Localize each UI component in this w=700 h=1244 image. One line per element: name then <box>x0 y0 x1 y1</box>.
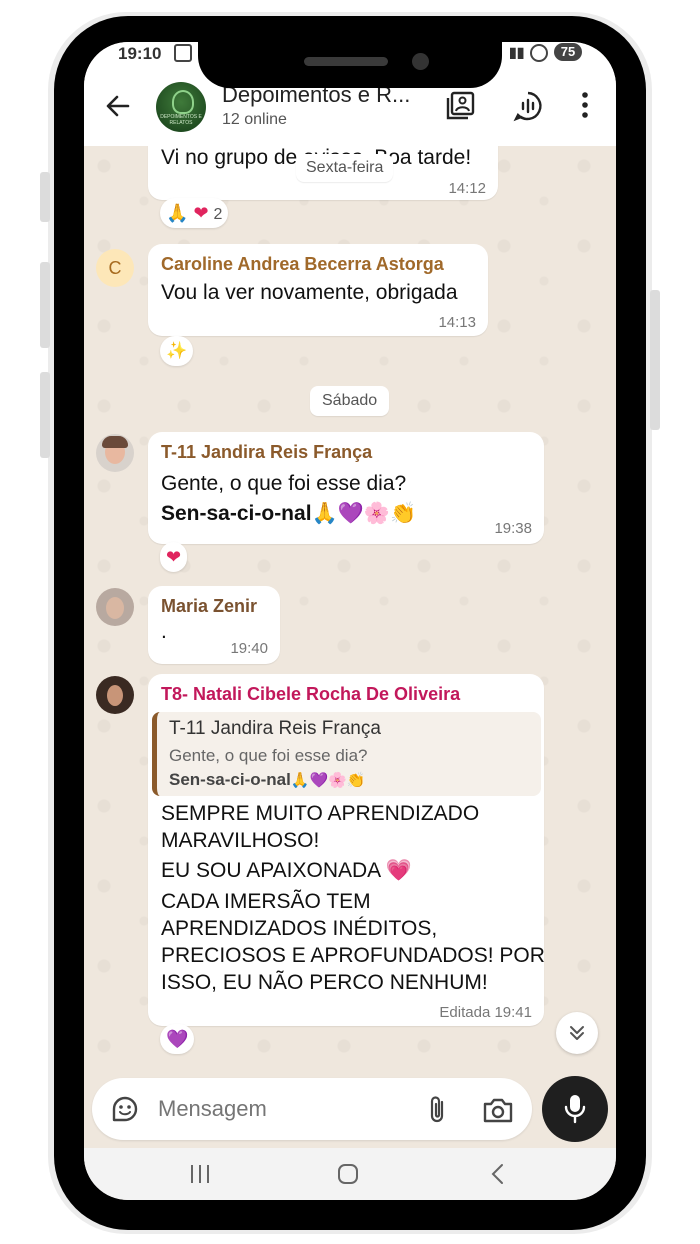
attach-icon[interactable] <box>426 1094 448 1126</box>
quoted-message[interactable]: T-11 Jandira Reis França Gente, o que fo… <box>152 712 541 796</box>
sender-name[interactable]: T-11 Jandira Reis França <box>161 442 372 463</box>
message-composer <box>92 1078 532 1140</box>
message-text-bold: Sen-sa-ci-o-nal🙏💜🌸👏 <box>161 502 416 526</box>
message-input[interactable] <box>156 1090 400 1128</box>
emoji-group: 🙏💜🌸👏 <box>311 502 417 525</box>
signal-icon: ▮▮ <box>509 44 525 60</box>
reaction-chip[interactable]: ❤ <box>160 542 188 572</box>
scroll-down-button[interactable] <box>556 1012 598 1054</box>
message-text: . <box>161 620 167 643</box>
message-time: 19:40 <box>230 640 268 657</box>
reaction-count: 2 <box>213 206 223 223</box>
edited-label: Editada <box>439 1004 491 1021</box>
message-bubble[interactable]: T-11 Jandira Reis França Gente, o que fo… <box>148 432 544 544</box>
heart-emoji: ❤ <box>166 547 182 567</box>
screen: 19:10 ▮▮ 75 DEPOIMENTOS E RELATOS Depoim… <box>84 42 616 1200</box>
front-camera <box>412 53 429 70</box>
photo-notification-icon <box>174 44 192 62</box>
chat-area[interactable]: Vi no grupo de avisos. Boa tarde! 14:12 … <box>84 146 616 1076</box>
reaction-chip[interactable]: ✨ <box>160 336 194 366</box>
message-bubble[interactable]: Maria Zenir . 19:40 <box>148 586 280 664</box>
power-button <box>650 290 660 430</box>
message-line: APRENDIZADOS INÉDITOS, <box>161 917 438 940</box>
quote-text-bold: Sen-sa-ci-o-nal🙏💜🌸👏 <box>169 770 366 790</box>
sender-name[interactable]: Caroline Andrea Becerra Astorga <box>161 254 444 275</box>
quote-text: Gente, o que foi esse dia? <box>169 746 368 765</box>
avatar-face <box>107 685 123 706</box>
pray-emoji: 🙏 <box>166 203 189 223</box>
message-line: MARAVILHOSO! <box>161 829 320 852</box>
day-separator: Sexta-feira <box>296 154 394 182</box>
message-text: Gente, o que foi esse dia? <box>161 472 407 495</box>
heart-emoji: ❤ <box>193 203 209 223</box>
online-count: 12 online <box>222 111 287 128</box>
dnd-icon <box>530 44 548 62</box>
home-icon[interactable] <box>336 1162 360 1186</box>
phone-notch <box>198 16 502 88</box>
avatar-face <box>106 597 124 619</box>
sender-name[interactable]: T8- Natali Cibele Rocha De Oliveira <box>161 684 460 705</box>
mic-button[interactable] <box>542 1076 608 1142</box>
volume-up-button <box>40 262 50 348</box>
avatar[interactable] <box>96 588 134 626</box>
message-line: EU SOU APAIXONADA <box>161 859 381 882</box>
avatar[interactable]: C <box>96 249 134 287</box>
back-arrow-icon[interactable] <box>104 92 132 120</box>
message-bubble[interactable]: T8- Natali Cibele Rocha De Oliveira T-11… <box>148 674 545 1026</box>
reaction-chip[interactable]: 🙏 ❤ 2 <box>160 198 229 228</box>
group-avatar-text: DEPOIMENTOS E RELATOS <box>160 114 202 126</box>
back-nav-icon[interactable] <box>486 1162 510 1186</box>
mic-icon <box>564 1095 586 1124</box>
quote-emoji-group: 🙏💜🌸👏 <box>290 772 366 789</box>
scroll-down-icon <box>570 1026 584 1040</box>
speaker-grille <box>304 57 388 66</box>
sender-name[interactable]: Maria Zenir <box>161 596 257 617</box>
gallery-icon[interactable] <box>444 90 476 122</box>
reaction-chip[interactable]: 💜 <box>160 1024 195 1054</box>
message-line-with-emoji: EU SOU APAIXONADA 💗 <box>161 859 412 883</box>
camera-icon[interactable] <box>482 1096 514 1124</box>
message-line: PRECIOSOS E APROFUNDADOS! POR <box>161 944 545 967</box>
more-vert-icon[interactable] <box>578 90 592 120</box>
message-line: CADA IMERSÃO TEM <box>161 890 371 913</box>
tree-logo-icon <box>172 90 194 114</box>
message-bubble[interactable]: Caroline Andrea Becerra Astorga Vou la v… <box>148 244 488 336</box>
avatar[interactable] <box>96 676 134 714</box>
message-text: Vou la ver novamente, obrigada <box>161 281 458 304</box>
message-line: SEMPRE MUITO APRENDIZADO <box>161 802 480 825</box>
status-time: 19:10 <box>118 44 162 63</box>
avatar-hair <box>102 436 128 448</box>
side-button <box>40 172 50 222</box>
day-separator: Sábado <box>310 386 390 416</box>
message-time-row: Editada 19:41 <box>439 1004 532 1021</box>
quote-bold-word: Sen-sa-ci-o-nal <box>169 770 291 789</box>
battery-badge: 75 <box>554 43 582 61</box>
avatar[interactable] <box>96 434 134 472</box>
volume-down-button <box>40 372 50 458</box>
sparkles-emoji: ✨ <box>166 341 188 360</box>
message-time: 14:12 <box>448 180 486 197</box>
message-time: 14:13 <box>438 314 476 331</box>
chat-header: DEPOIMENTOS E RELATOS Depoimentos e R...… <box>84 82 616 146</box>
system-nav-bar <box>84 1148 616 1200</box>
message-time: 19:41 <box>494 1004 532 1021</box>
pink-heart-emoji: 💗 <box>385 859 413 882</box>
bold-word: Sen-sa-ci-o-nal <box>161 502 312 525</box>
group-avatar[interactable]: DEPOIMENTOS E RELATOS <box>156 82 206 132</box>
quote-sender: T-11 Jandira Reis França <box>169 718 381 739</box>
message-line: ISSO, EU NÃO PERCO NENHUM! <box>161 971 488 994</box>
recent-apps-icon[interactable] <box>188 1162 212 1186</box>
voice-chat-icon[interactable] <box>512 90 544 122</box>
message-time: 19:38 <box>494 520 532 537</box>
sticker-icon[interactable] <box>110 1094 140 1124</box>
purple-heart-emoji: 💜 <box>166 1029 189 1049</box>
